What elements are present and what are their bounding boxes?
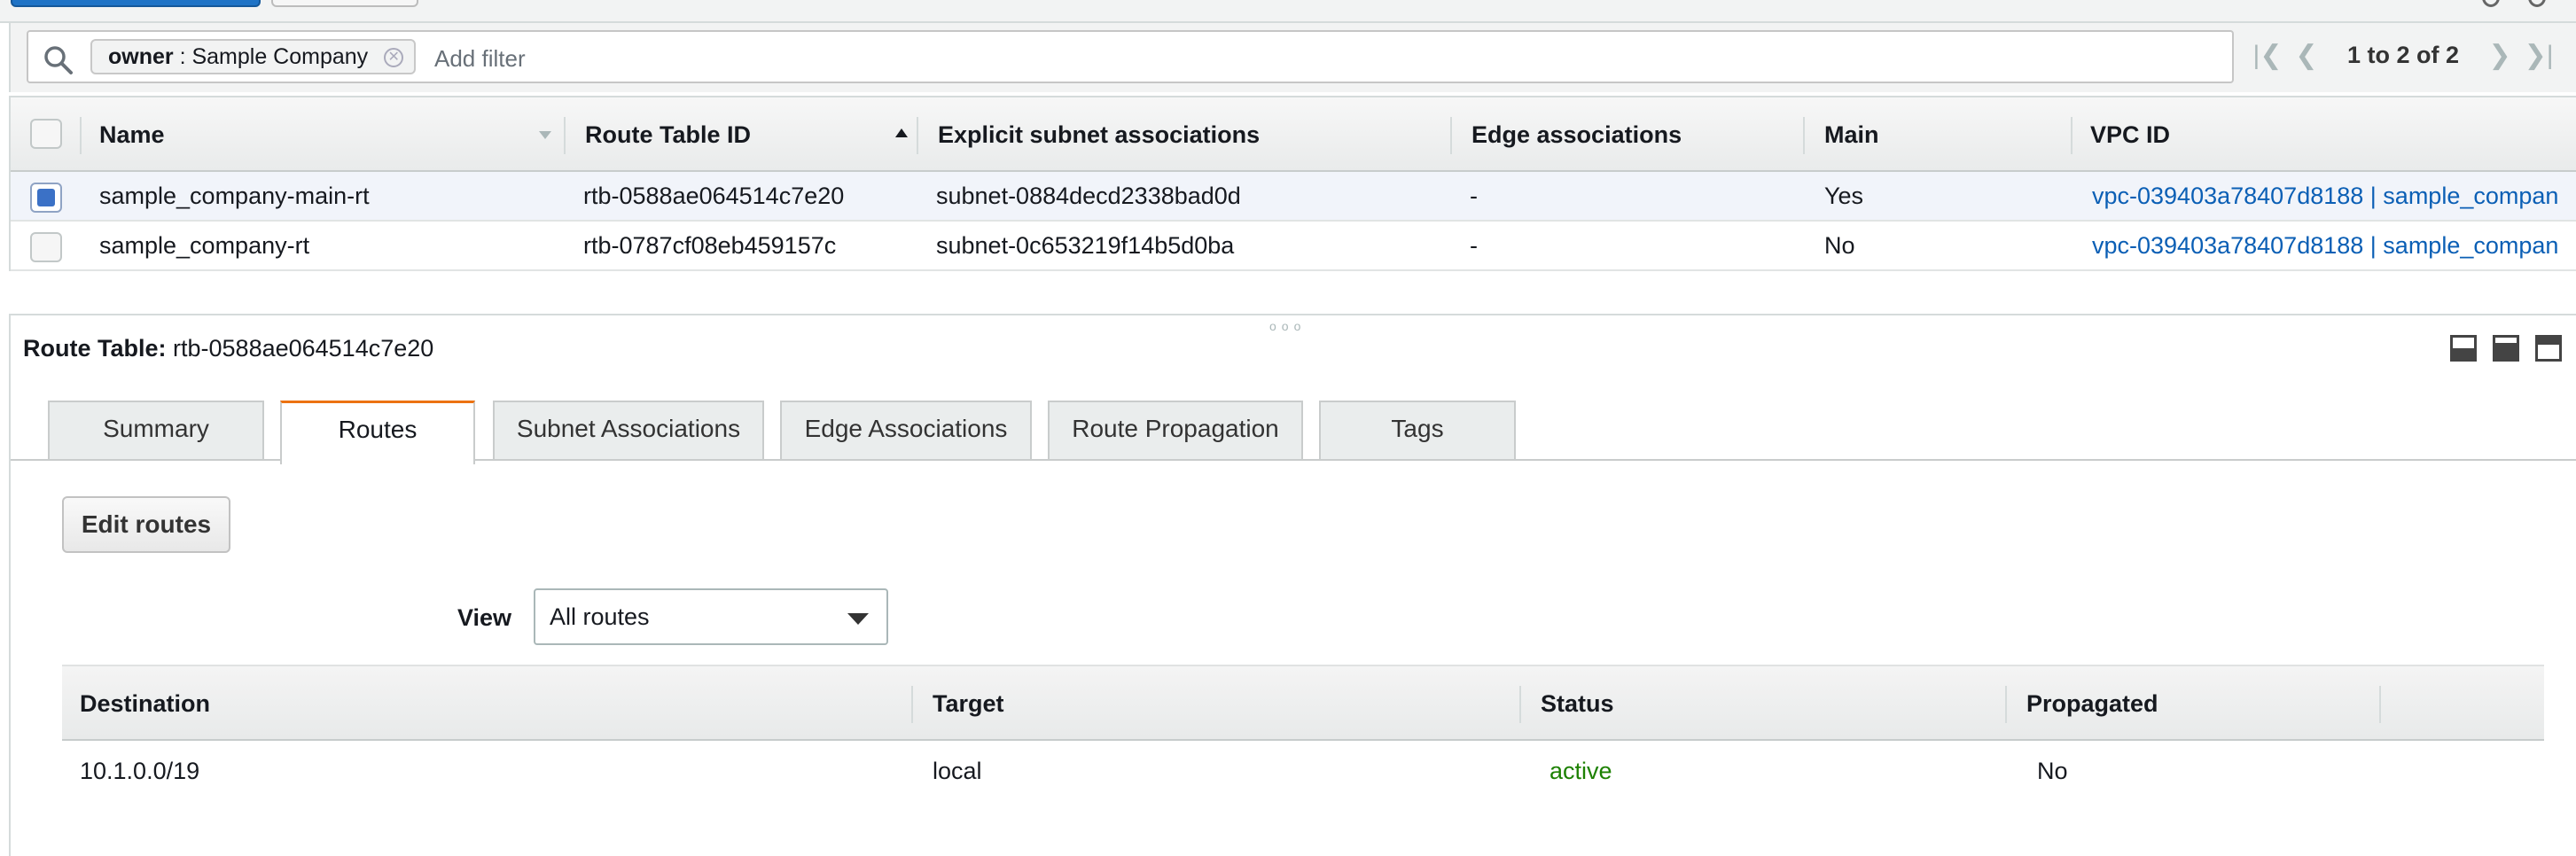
filter-bar: owner : Sample Company ✕ |❮ ❮ 1 to 2 of … bbox=[9, 23, 2576, 92]
prev-page-icon[interactable]: ❮ bbox=[2287, 40, 2326, 71]
route-propagated: No bbox=[2037, 758, 2068, 784]
column-propagated[interactable]: Propagated bbox=[2026, 666, 2158, 741]
layout-full-icon[interactable] bbox=[2535, 335, 2562, 362]
refresh-icon[interactable] bbox=[2482, 0, 2500, 7]
subnet-association: subnet-0c653219f14b5d0ba bbox=[936, 232, 1235, 259]
column-main[interactable]: Main bbox=[1824, 97, 1879, 172]
table-header: Name Route Table ID Explicit subnet asso… bbox=[11, 96, 2576, 172]
edge-association: - bbox=[1470, 183, 1478, 209]
search-box[interactable]: owner : Sample Company ✕ bbox=[27, 30, 2234, 83]
filter-token-value: Sample Company bbox=[191, 44, 369, 69]
row-checkbox[interactable] bbox=[30, 232, 62, 262]
view-select[interactable]: All routes bbox=[534, 588, 888, 645]
column-separator bbox=[564, 117, 566, 154]
edge-association: - bbox=[1470, 232, 1478, 259]
main-flag: No bbox=[1824, 232, 1855, 259]
tab-tags[interactable]: Tags bbox=[1319, 401, 1516, 459]
main-flag: Yes bbox=[1824, 183, 1864, 209]
route-table-value: rtb-0588ae064514c7e20 bbox=[173, 335, 434, 362]
filter-token[interactable]: owner : Sample Company ✕ bbox=[90, 39, 417, 74]
route-tables-table: Name Route Table ID Explicit subnet asso… bbox=[9, 96, 2576, 271]
vpc-link[interactable]: vpc-039403a78407d8188 | sample_compan bbox=[2092, 222, 2558, 269]
tab-summary[interactable]: Summary bbox=[48, 401, 264, 459]
column-separator bbox=[2379, 686, 2381, 723]
filter-token-separator: : bbox=[173, 44, 192, 69]
route-table-heading: Route Table: rtb-0588ae064514c7e20 bbox=[23, 335, 433, 362]
column-separator bbox=[911, 686, 913, 723]
pagination-text: 1 to 2 of 2 bbox=[2347, 41, 2460, 68]
row-checkbox[interactable] bbox=[30, 183, 62, 213]
column-status[interactable]: Status bbox=[1541, 666, 1614, 741]
route-table-label: Route Table: bbox=[23, 335, 167, 362]
select-all-checkbox[interactable] bbox=[30, 119, 62, 149]
route-table-name: sample_company-main-rt bbox=[99, 183, 370, 209]
column-edge-associations[interactable]: Edge associations bbox=[1471, 97, 1682, 172]
create-route-table-button[interactable] bbox=[11, 0, 261, 7]
route-destination: 10.1.0.0/19 bbox=[80, 758, 200, 784]
route-table-id: rtb-0588ae064514c7e20 bbox=[583, 183, 845, 209]
column-target[interactable]: Target bbox=[933, 666, 1004, 741]
tab-route-propagation[interactable]: Route Propagation bbox=[1048, 401, 1303, 459]
layout-half-icon[interactable] bbox=[2493, 335, 2519, 362]
column-vpc-id[interactable]: VPC ID bbox=[2090, 97, 2170, 172]
edit-routes-button[interactable]: Edit routes bbox=[62, 496, 230, 553]
first-page-icon[interactable]: |❮ bbox=[2248, 40, 2287, 71]
column-separator bbox=[1450, 117, 1452, 154]
column-separator bbox=[1519, 686, 1521, 723]
last-page-icon[interactable]: ❯| bbox=[2519, 40, 2558, 71]
tab-edge-associations[interactable]: Edge Associations bbox=[780, 401, 1032, 459]
column-separator bbox=[80, 117, 82, 154]
routes-table: Destination Target Status Propagated 10.… bbox=[62, 665, 2544, 801]
caret-down-icon bbox=[847, 613, 869, 625]
table-row[interactable]: sample_company-rt rtb-0787cf08eb459157c … bbox=[11, 222, 2576, 271]
settings-icon[interactable] bbox=[2528, 0, 2546, 7]
view-label: View bbox=[457, 604, 512, 631]
tab-subnet-associations[interactable]: Subnet Associations bbox=[493, 401, 764, 459]
column-separator bbox=[917, 117, 918, 154]
subnet-association: subnet-0884decd2338bad0d bbox=[936, 183, 1241, 209]
search-icon bbox=[44, 46, 73, 74]
column-separator bbox=[2071, 117, 2073, 154]
remove-filter-icon[interactable]: ✕ bbox=[384, 48, 404, 67]
column-separator bbox=[1803, 117, 1805, 154]
next-page-icon[interactable]: ❯ bbox=[2480, 40, 2519, 71]
vpc-link[interactable]: vpc-039403a78407d8188 | sample_compan bbox=[2092, 172, 2558, 220]
column-destination[interactable]: Destination bbox=[80, 666, 210, 741]
route-status: active bbox=[1550, 758, 1612, 784]
detail-panel: Route Table: rtb-0588ae064514c7e20 Summa… bbox=[9, 315, 2576, 856]
routes-table-header: Destination Target Status Propagated bbox=[62, 665, 2544, 741]
column-route-table-id[interactable]: Route Table ID bbox=[585, 97, 751, 172]
add-filter-input[interactable] bbox=[434, 43, 1232, 74]
layout-bottom-icon[interactable] bbox=[2450, 335, 2477, 362]
route-table-id: rtb-0787cf08eb459157c bbox=[583, 232, 837, 259]
panel-layout-controls bbox=[2450, 335, 2562, 362]
route-target: local bbox=[933, 758, 982, 784]
sort-ascending-icon[interactable] bbox=[895, 128, 908, 137]
table-row[interactable]: sample_company-main-rt rtb-0588ae064514c… bbox=[11, 172, 2576, 222]
route-table-name: sample_company-rt bbox=[99, 232, 310, 259]
filter-token-key: owner bbox=[108, 44, 174, 69]
column-explicit-subnet[interactable]: Explicit subnet associations bbox=[938, 97, 1260, 172]
top-toolbar bbox=[0, 0, 2576, 23]
pagination: |❮ ❮ 1 to 2 of 2 ❯ ❯| bbox=[2248, 37, 2558, 73]
sort-indicator-icon[interactable] bbox=[539, 131, 551, 139]
tab-routes[interactable]: Routes bbox=[280, 401, 475, 464]
table-row: 10.1.0.0/19 local active No bbox=[62, 741, 2544, 801]
column-name[interactable]: Name bbox=[99, 97, 165, 172]
view-select-value: All routes bbox=[550, 603, 650, 630]
column-separator bbox=[2005, 686, 2007, 723]
actions-button[interactable] bbox=[271, 0, 418, 7]
